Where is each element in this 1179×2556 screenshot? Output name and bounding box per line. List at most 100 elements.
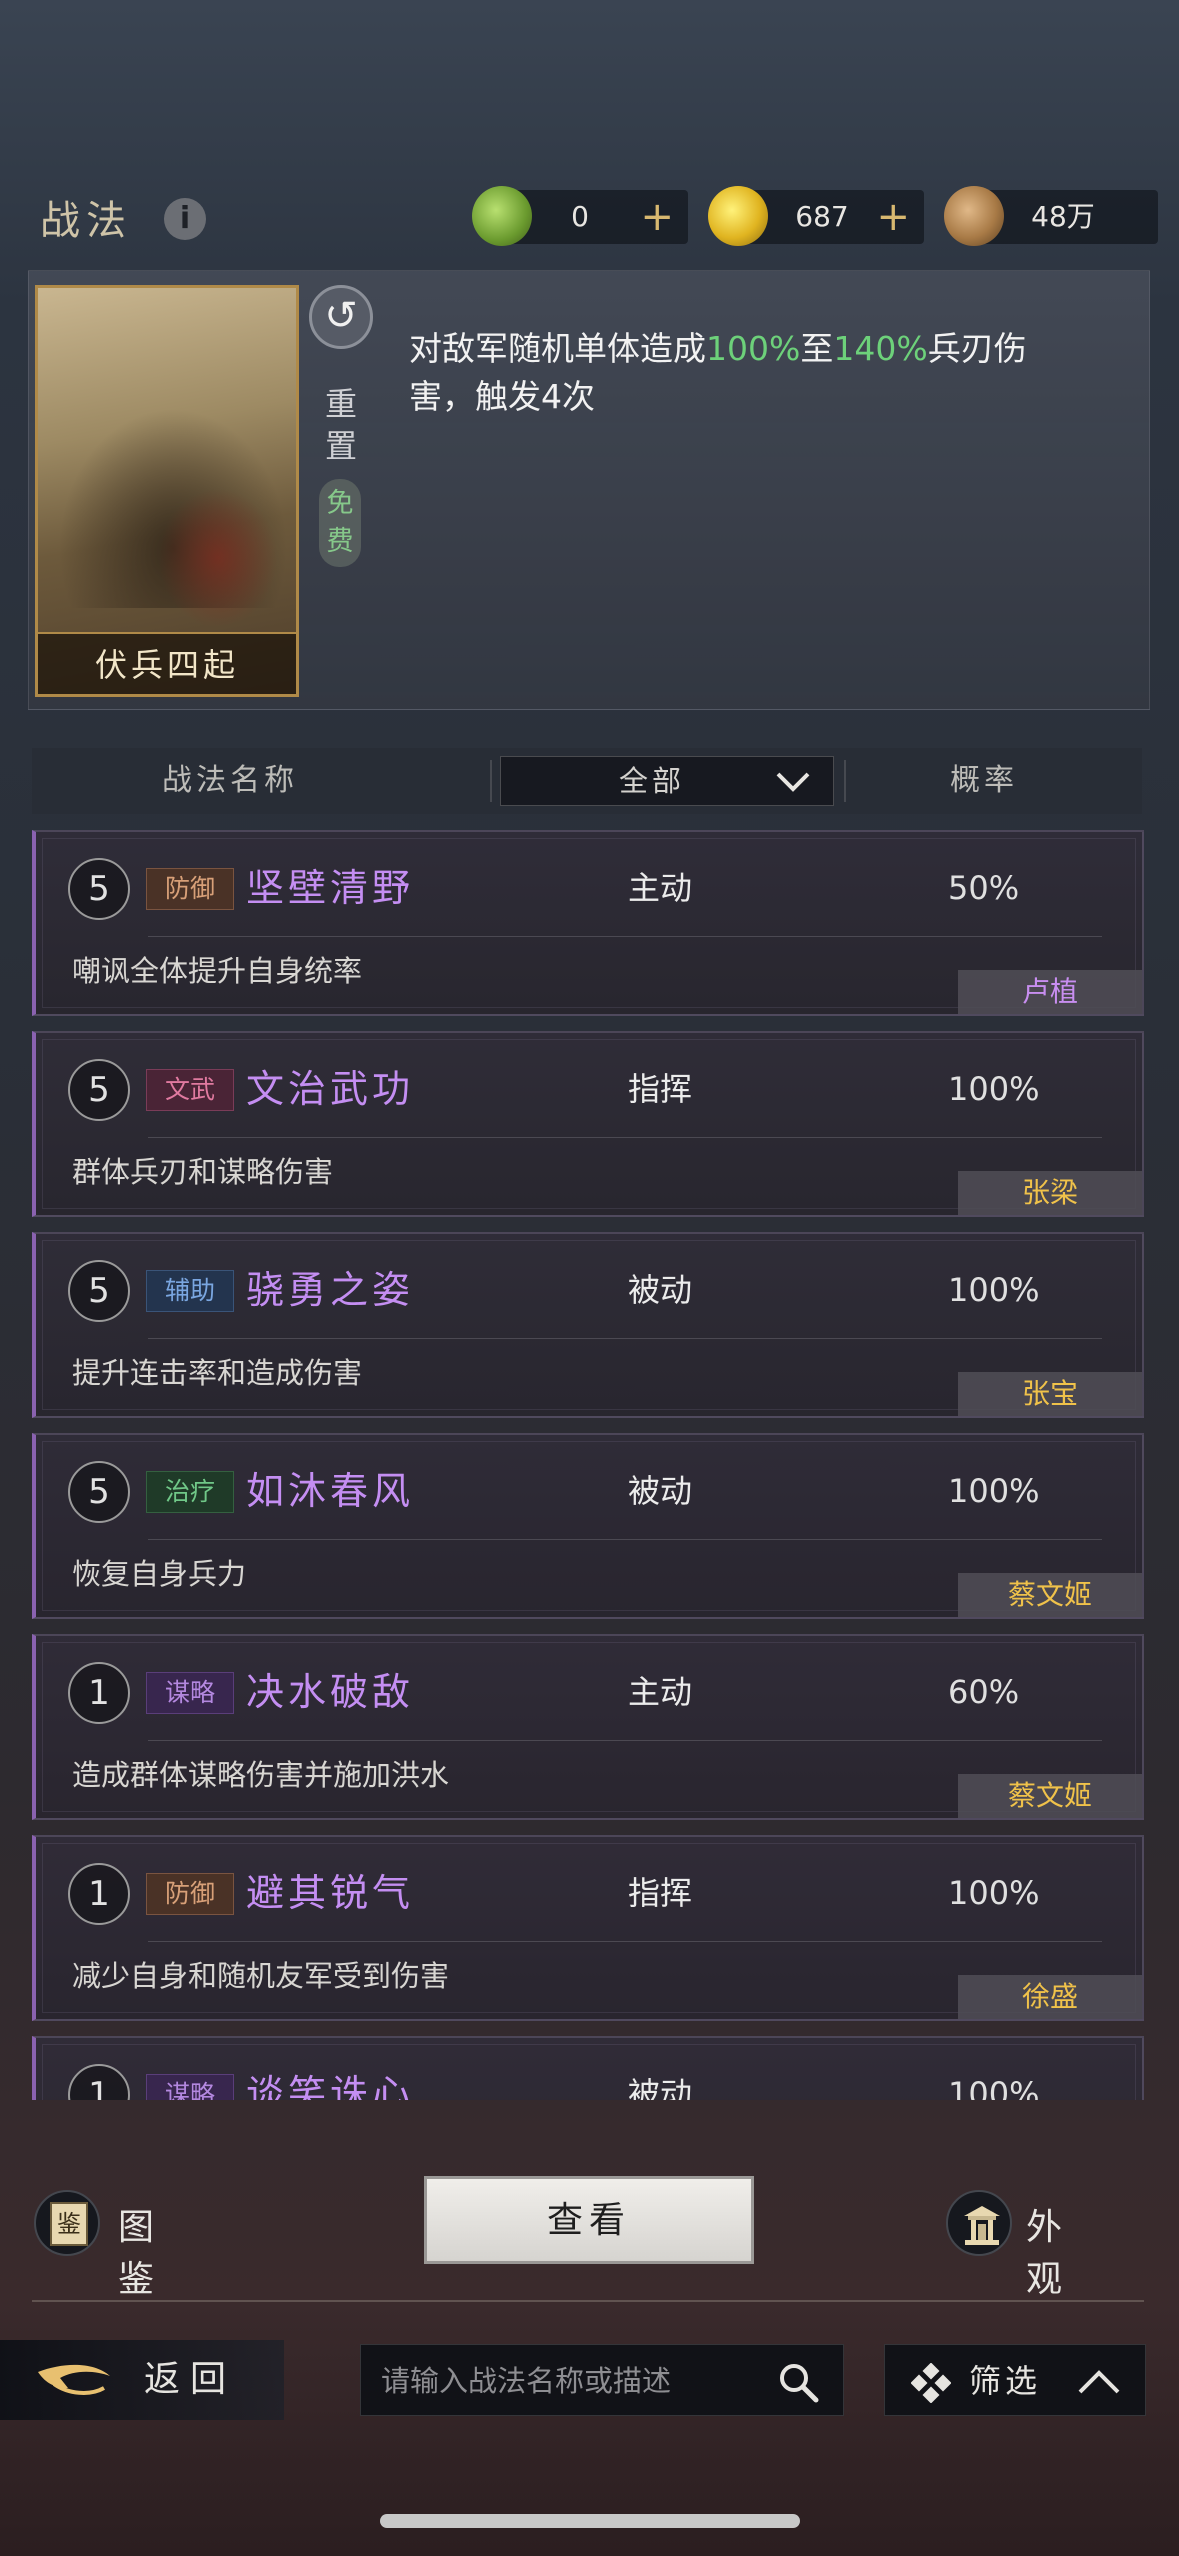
tactic-category-tag: 防御 xyxy=(146,868,234,910)
tactic-row[interactable]: 5 治疗 如沐春风 被动 100% 恢复自身兵力 蔡文姬 xyxy=(32,1433,1144,1619)
row-separator xyxy=(148,1941,1102,1942)
row-separator xyxy=(148,1137,1102,1138)
hero-source-badge[interactable]: 徐盛 xyxy=(958,1975,1142,2019)
tactic-type: 被动 xyxy=(628,1472,693,1510)
currency-jade: 0 + xyxy=(472,186,688,246)
tactic-category-tag: 辅助 xyxy=(146,1270,234,1312)
tactic-rate: 60% xyxy=(948,1673,1020,1711)
tactic-category-tag: 谋略 xyxy=(146,1672,234,1714)
gold-coin-icon xyxy=(708,186,768,246)
search-box[interactable] xyxy=(360,2344,844,2416)
tactic-description: 嘲讽全体提升自身统率 xyxy=(72,954,363,988)
tactic-type: 指挥 xyxy=(628,1070,693,1108)
type-filter-value: 全部 xyxy=(619,764,686,798)
footer-bar: 返回 筛选 xyxy=(0,2340,1179,2420)
pavilion-icon xyxy=(964,2206,1000,2245)
tactic-level-badge: 1 xyxy=(68,1662,130,1724)
currency-jade-value: 0 xyxy=(571,200,589,233)
tactic-row[interactable]: 1 谋略 决水破敌 主动 60% 造成群体谋略伤害并施加洪水 蔡文姬 xyxy=(32,1634,1144,1820)
tactic-rate: 100% xyxy=(948,1070,1040,1108)
tactic-name: 如沐春风 xyxy=(246,1469,415,1513)
tactic-rate: 100% xyxy=(948,2075,1040,2100)
tactic-row[interactable]: 1 谋略 谈笑诛心 被动 100% xyxy=(32,2036,1144,2100)
reset-control[interactable]: ↺ 重置 免费 xyxy=(309,285,373,567)
chevron-down-icon xyxy=(776,772,810,792)
add-gold-button[interactable]: + xyxy=(876,190,910,244)
encyclopedia-icon: 鉴 xyxy=(34,2190,100,2256)
tactic-level-badge: 5 xyxy=(68,1059,130,1121)
footer-divider xyxy=(32,2300,1144,2302)
column-divider xyxy=(844,760,846,802)
row-separator xyxy=(148,1740,1102,1741)
tactic-type: 主动 xyxy=(628,1673,693,1711)
chevron-up-icon xyxy=(1078,2370,1120,2394)
reset-icon[interactable]: ↺ xyxy=(309,285,373,349)
search-input[interactable] xyxy=(381,2359,761,2403)
add-jade-button[interactable]: + xyxy=(640,190,674,244)
type-filter-dropdown[interactable]: 全部 xyxy=(500,756,834,806)
tactic-description: 对敌军随机单体造成100%至140%兵刃伤害，触发4次 xyxy=(409,325,1089,421)
view-button[interactable]: 查看 xyxy=(424,2176,754,2264)
tactic-row[interactable]: 1 防御 避其锐气 指挥 100% 减少自身和随机友军受到伤害 徐盛 xyxy=(32,1835,1144,2021)
hero-source-badge[interactable]: 张梁 xyxy=(958,1171,1142,1215)
hero-source-badge[interactable]: 张宝 xyxy=(958,1372,1142,1416)
tactic-description: 恢复自身兵力 xyxy=(72,1557,247,1591)
card-name: 伏兵四起 xyxy=(38,632,296,694)
search-icon[interactable] xyxy=(777,2361,819,2403)
tactic-category-tag: 防御 xyxy=(146,1873,234,1915)
currency-copper: 48万 xyxy=(944,186,1158,246)
tactic-type: 主动 xyxy=(628,869,693,907)
bottom-actions: 鉴 图鉴 查看 外观 xyxy=(0,2120,1179,2320)
row-separator xyxy=(148,1338,1102,1339)
tactic-card[interactable]: 伏兵四起 xyxy=(35,285,299,697)
tactic-description: 造成群体谋略伤害并施加洪水 xyxy=(72,1758,450,1792)
tactic-level-badge: 1 xyxy=(68,2064,130,2100)
hero-source-badge[interactable]: 蔡文姬 xyxy=(958,1573,1142,1617)
tactic-name: 骁勇之姿 xyxy=(246,1268,415,1312)
jade-coin-icon xyxy=(472,186,532,246)
desc-min-percent: 100% xyxy=(706,329,801,368)
tactic-row[interactable]: 5 辅助 骁勇之姿 被动 100% 提升连击率和造成伤害 张宝 xyxy=(32,1232,1144,1418)
tactic-row[interactable]: 5 文武 文治武功 指挥 100% 群体兵刃和谋略伤害 张梁 xyxy=(32,1031,1144,1217)
column-name-label: 战法名称 xyxy=(162,763,298,798)
tactic-description: 提升连击率和造成伤害 xyxy=(72,1356,363,1390)
desc-text-2: 至 xyxy=(800,329,834,368)
tactic-description: 群体兵刃和谋略伤害 xyxy=(72,1155,334,1189)
hero-source-badge[interactable]: 卢植 xyxy=(958,970,1142,1014)
featured-tactic-panel: 伏兵四起 ↺ 重置 免费 对敌军随机单体造成100%至140%兵刃伤害，触发4次 xyxy=(28,270,1150,710)
encyclopedia-label: 图鉴 xyxy=(118,2207,161,2300)
reset-label: 重置 xyxy=(324,385,357,465)
info-icon[interactable]: i xyxy=(164,198,206,240)
hero-source-badge[interactable]: 蔡文姬 xyxy=(958,1774,1142,1818)
tactic-list[interactable]: 5 防御 坚壁清野 主动 50% 嘲讽全体提升自身统率 卢植 5 文武 文治武功 指挥 100% 群体兵… xyxy=(32,830,1144,2100)
book-icon: 鉴 xyxy=(50,2202,88,2246)
tactic-level-badge: 1 xyxy=(68,1863,130,1925)
tactic-level-badge: 5 xyxy=(68,1260,130,1322)
row-separator xyxy=(148,936,1102,937)
tactic-category-tag: 谋略 xyxy=(146,2074,234,2100)
tactic-name: 谈笑诛心 xyxy=(246,2072,415,2100)
appearance-icon xyxy=(946,2190,1012,2256)
tactic-rate: 100% xyxy=(948,1472,1040,1510)
free-badge: 免费 xyxy=(319,479,361,567)
currency-gold: 687 + xyxy=(708,186,924,246)
desc-text-1: 对敌军随机单体造成 xyxy=(409,329,706,368)
back-label: 返回 xyxy=(144,2359,237,2400)
column-rate-label: 概率 xyxy=(950,763,1018,798)
currency-copper-value: 48万 xyxy=(1031,200,1095,233)
tactic-name: 文治武功 xyxy=(246,1067,415,1111)
filter-label: 筛选 xyxy=(969,2362,1042,2400)
currency-gold-value: 687 xyxy=(795,200,849,233)
row-separator xyxy=(148,1539,1102,1540)
back-button[interactable]: 返回 xyxy=(0,2340,284,2420)
tactic-category-tag: 文武 xyxy=(146,1069,234,1111)
tactic-row[interactable]: 5 防御 坚壁清野 主动 50% 嘲讽全体提升自身统率 卢植 xyxy=(32,830,1144,1016)
tactic-name: 坚壁清野 xyxy=(246,866,415,910)
filter-button[interactable]: 筛选 xyxy=(884,2344,1146,2416)
home-indicator[interactable] xyxy=(380,2514,800,2528)
tactic-name: 决水破敌 xyxy=(246,1670,415,1714)
tactic-description: 减少自身和随机友军受到伤害 xyxy=(72,1959,450,1993)
top-header: 战法 i 0 + 687 + 48万 xyxy=(0,180,1179,260)
filter-diamond-icon xyxy=(911,2363,951,2403)
card-artwork-accent xyxy=(158,488,278,628)
